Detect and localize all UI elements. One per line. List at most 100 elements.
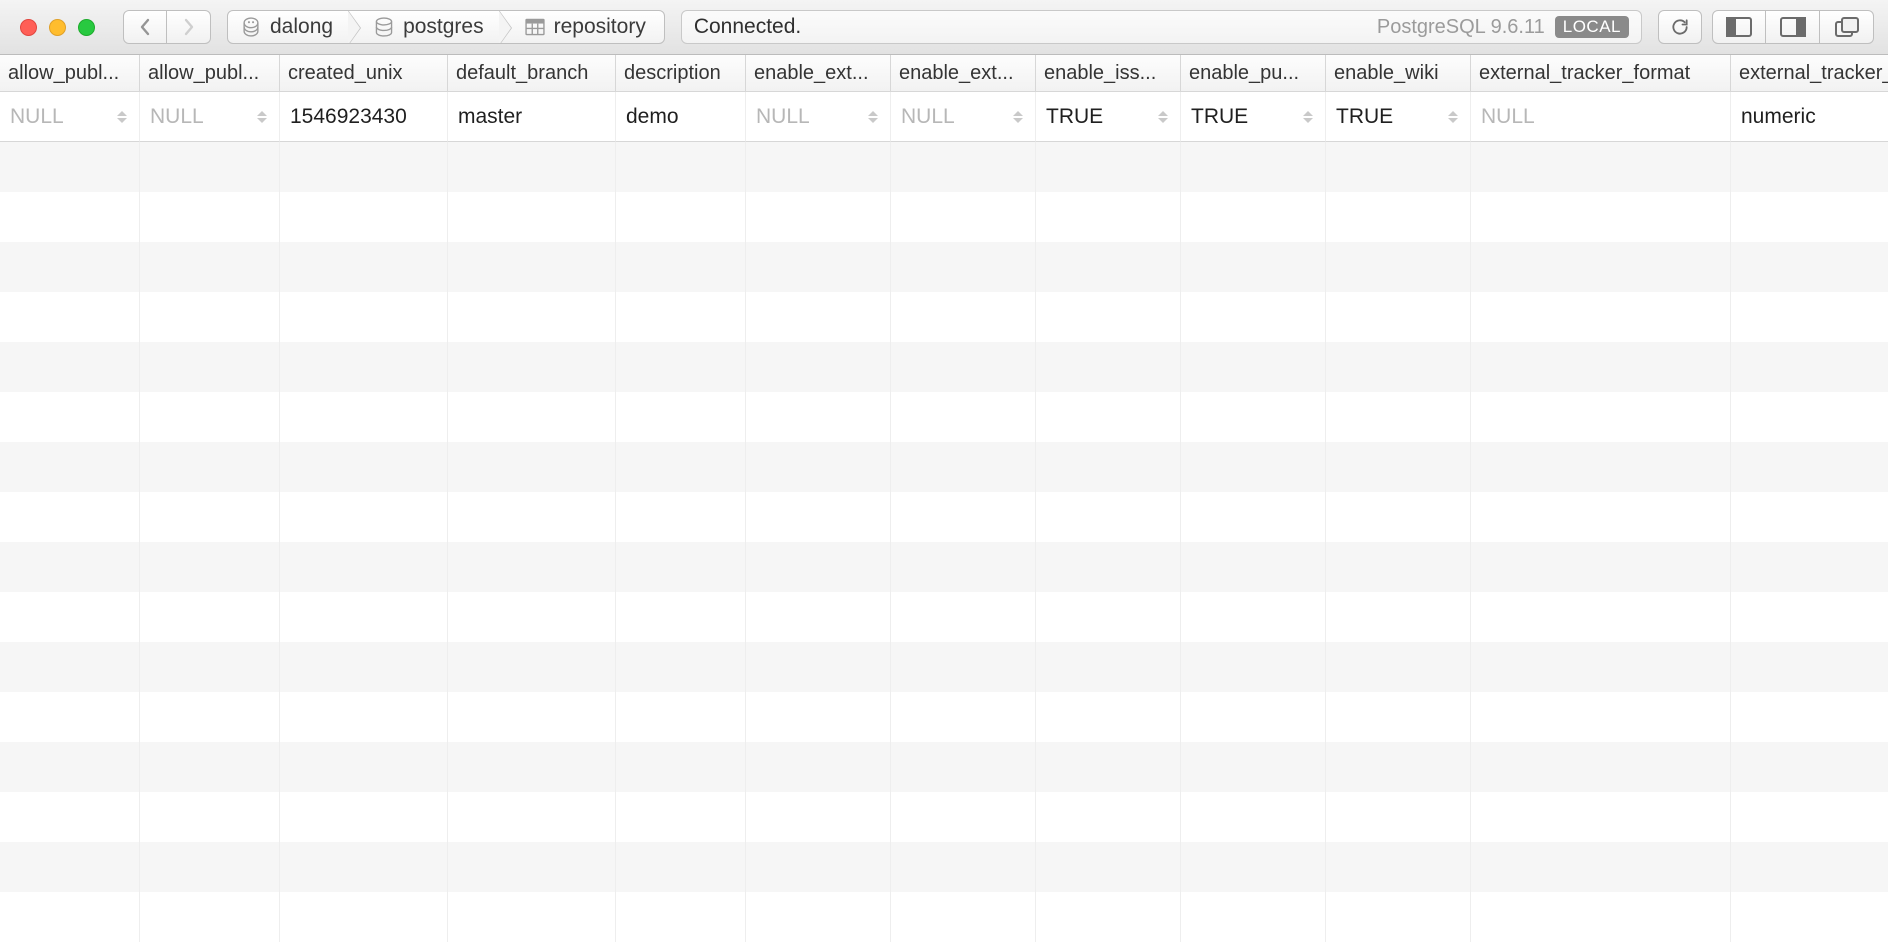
column-header[interactable]: enable_ext... — [891, 55, 1036, 91]
empty-cell — [448, 292, 616, 342]
column-header[interactable]: default_branch — [448, 55, 616, 91]
sidebar-right-toggle[interactable] — [1766, 10, 1820, 44]
empty-cell — [746, 692, 891, 742]
empty-cell — [280, 592, 448, 642]
empty-cell — [1181, 592, 1326, 642]
empty-cell — [448, 142, 616, 192]
empty-cell — [1326, 392, 1471, 442]
empty-cell — [1326, 442, 1471, 492]
nav-back-button[interactable] — [123, 10, 167, 44]
empty-cell — [0, 842, 140, 892]
empty-cell — [1181, 192, 1326, 242]
empty-cell — [448, 792, 616, 842]
column-header[interactable]: description — [616, 55, 746, 91]
table-cell[interactable]: TRUE — [1326, 92, 1471, 142]
empty-cell — [1471, 742, 1731, 792]
empty-cell — [746, 142, 891, 192]
table-cell[interactable]: NULL — [0, 92, 140, 142]
column-header[interactable]: enable_iss... — [1036, 55, 1181, 91]
column-header[interactable]: allow_publ... — [140, 55, 280, 91]
cell-value: NULL — [10, 105, 64, 129]
empty-cell — [448, 692, 616, 742]
empty-cell — [1471, 192, 1731, 242]
table-cell[interactable]: demo — [616, 92, 746, 142]
column-header[interactable]: allow_publ... — [0, 55, 140, 91]
breadcrumb-server-label: dalong — [270, 15, 333, 39]
breadcrumb-database[interactable]: postgres — [351, 11, 502, 43]
empty-cell — [1181, 642, 1326, 692]
window-zoom-button[interactable] — [78, 19, 95, 36]
table-cell[interactable]: TRUE — [1181, 92, 1326, 142]
empty-cell — [746, 392, 891, 442]
empty-cell — [140, 892, 280, 942]
empty-cell — [891, 892, 1036, 942]
empty-cell — [1326, 192, 1471, 242]
reload-button[interactable] — [1658, 10, 1702, 44]
empty-cell — [0, 392, 140, 442]
empty-cell — [140, 242, 280, 292]
empty-cell — [1326, 892, 1471, 942]
empty-cell — [1326, 592, 1471, 642]
empty-cell — [746, 842, 891, 892]
table-icon — [524, 17, 546, 37]
sidebar-left-toggle[interactable] — [1712, 10, 1766, 44]
db-version: PostgreSQL 9.6.11 LOCAL — [1377, 16, 1629, 39]
column-header[interactable]: external_tracker_s — [1731, 55, 1888, 91]
breadcrumb-server[interactable]: dalong — [228, 11, 351, 43]
empty-cell — [746, 792, 891, 842]
empty-cell — [891, 842, 1036, 892]
window-minimize-button[interactable] — [49, 19, 66, 36]
column-header[interactable]: created_unix — [280, 55, 448, 91]
empty-cell — [0, 542, 140, 592]
nav-forward-button[interactable] — [167, 10, 211, 44]
empty-cell — [891, 292, 1036, 342]
table-cell[interactable]: master — [448, 92, 616, 142]
empty-cell — [280, 792, 448, 842]
empty-cell — [1036, 142, 1181, 192]
table-cell[interactable]: NULL — [891, 92, 1036, 142]
empty-cell — [1036, 692, 1181, 742]
empty-cell — [448, 542, 616, 592]
empty-row — [0, 892, 1888, 942]
column-header[interactable]: external_tracker_format — [1471, 55, 1731, 91]
cell-value: 1546923430 — [290, 105, 407, 129]
empty-cell — [891, 592, 1036, 642]
table-cell[interactable]: NULL — [140, 92, 280, 142]
table-cell[interactable]: numeric — [1731, 92, 1888, 142]
breadcrumb-table[interactable]: repository — [502, 11, 664, 43]
table-cell[interactable]: TRUE — [1036, 92, 1181, 142]
table-cell[interactable]: NULL — [1471, 92, 1731, 142]
table-cell[interactable]: 1546923430 — [280, 92, 448, 142]
empty-cell — [616, 692, 746, 742]
column-header[interactable]: enable_wiki — [1326, 55, 1471, 91]
empty-cell — [616, 392, 746, 442]
nav-buttons — [123, 10, 211, 44]
empty-cell — [0, 292, 140, 342]
cell-value: TRUE — [1046, 105, 1103, 129]
empty-row — [0, 592, 1888, 642]
empty-cell — [448, 342, 616, 392]
empty-cell — [1731, 592, 1888, 642]
table-row[interactable]: NULLNULL1546923430masterdemoNULLNULLTRUE… — [0, 92, 1888, 142]
window-close-button[interactable] — [20, 19, 37, 36]
column-header[interactable]: enable_pu... — [1181, 55, 1326, 91]
empty-cell — [0, 192, 140, 242]
table-cell[interactable]: NULL — [746, 92, 891, 142]
empty-cell — [1326, 142, 1471, 192]
empty-cell — [1731, 542, 1888, 592]
empty-cell — [616, 592, 746, 642]
empty-cell — [280, 442, 448, 492]
empty-cell — [0, 642, 140, 692]
empty-cell — [1181, 792, 1326, 842]
empty-cell — [1731, 142, 1888, 192]
new-window-button[interactable] — [1820, 10, 1874, 44]
empty-cell — [1471, 692, 1731, 742]
empty-cell — [280, 142, 448, 192]
empty-cell — [891, 742, 1036, 792]
empty-cell — [891, 142, 1036, 192]
panel-left-icon — [1726, 17, 1752, 37]
empty-cell — [280, 642, 448, 692]
empty-cell — [1731, 392, 1888, 442]
cell-value: demo — [626, 105, 679, 129]
column-header[interactable]: enable_ext... — [746, 55, 891, 91]
